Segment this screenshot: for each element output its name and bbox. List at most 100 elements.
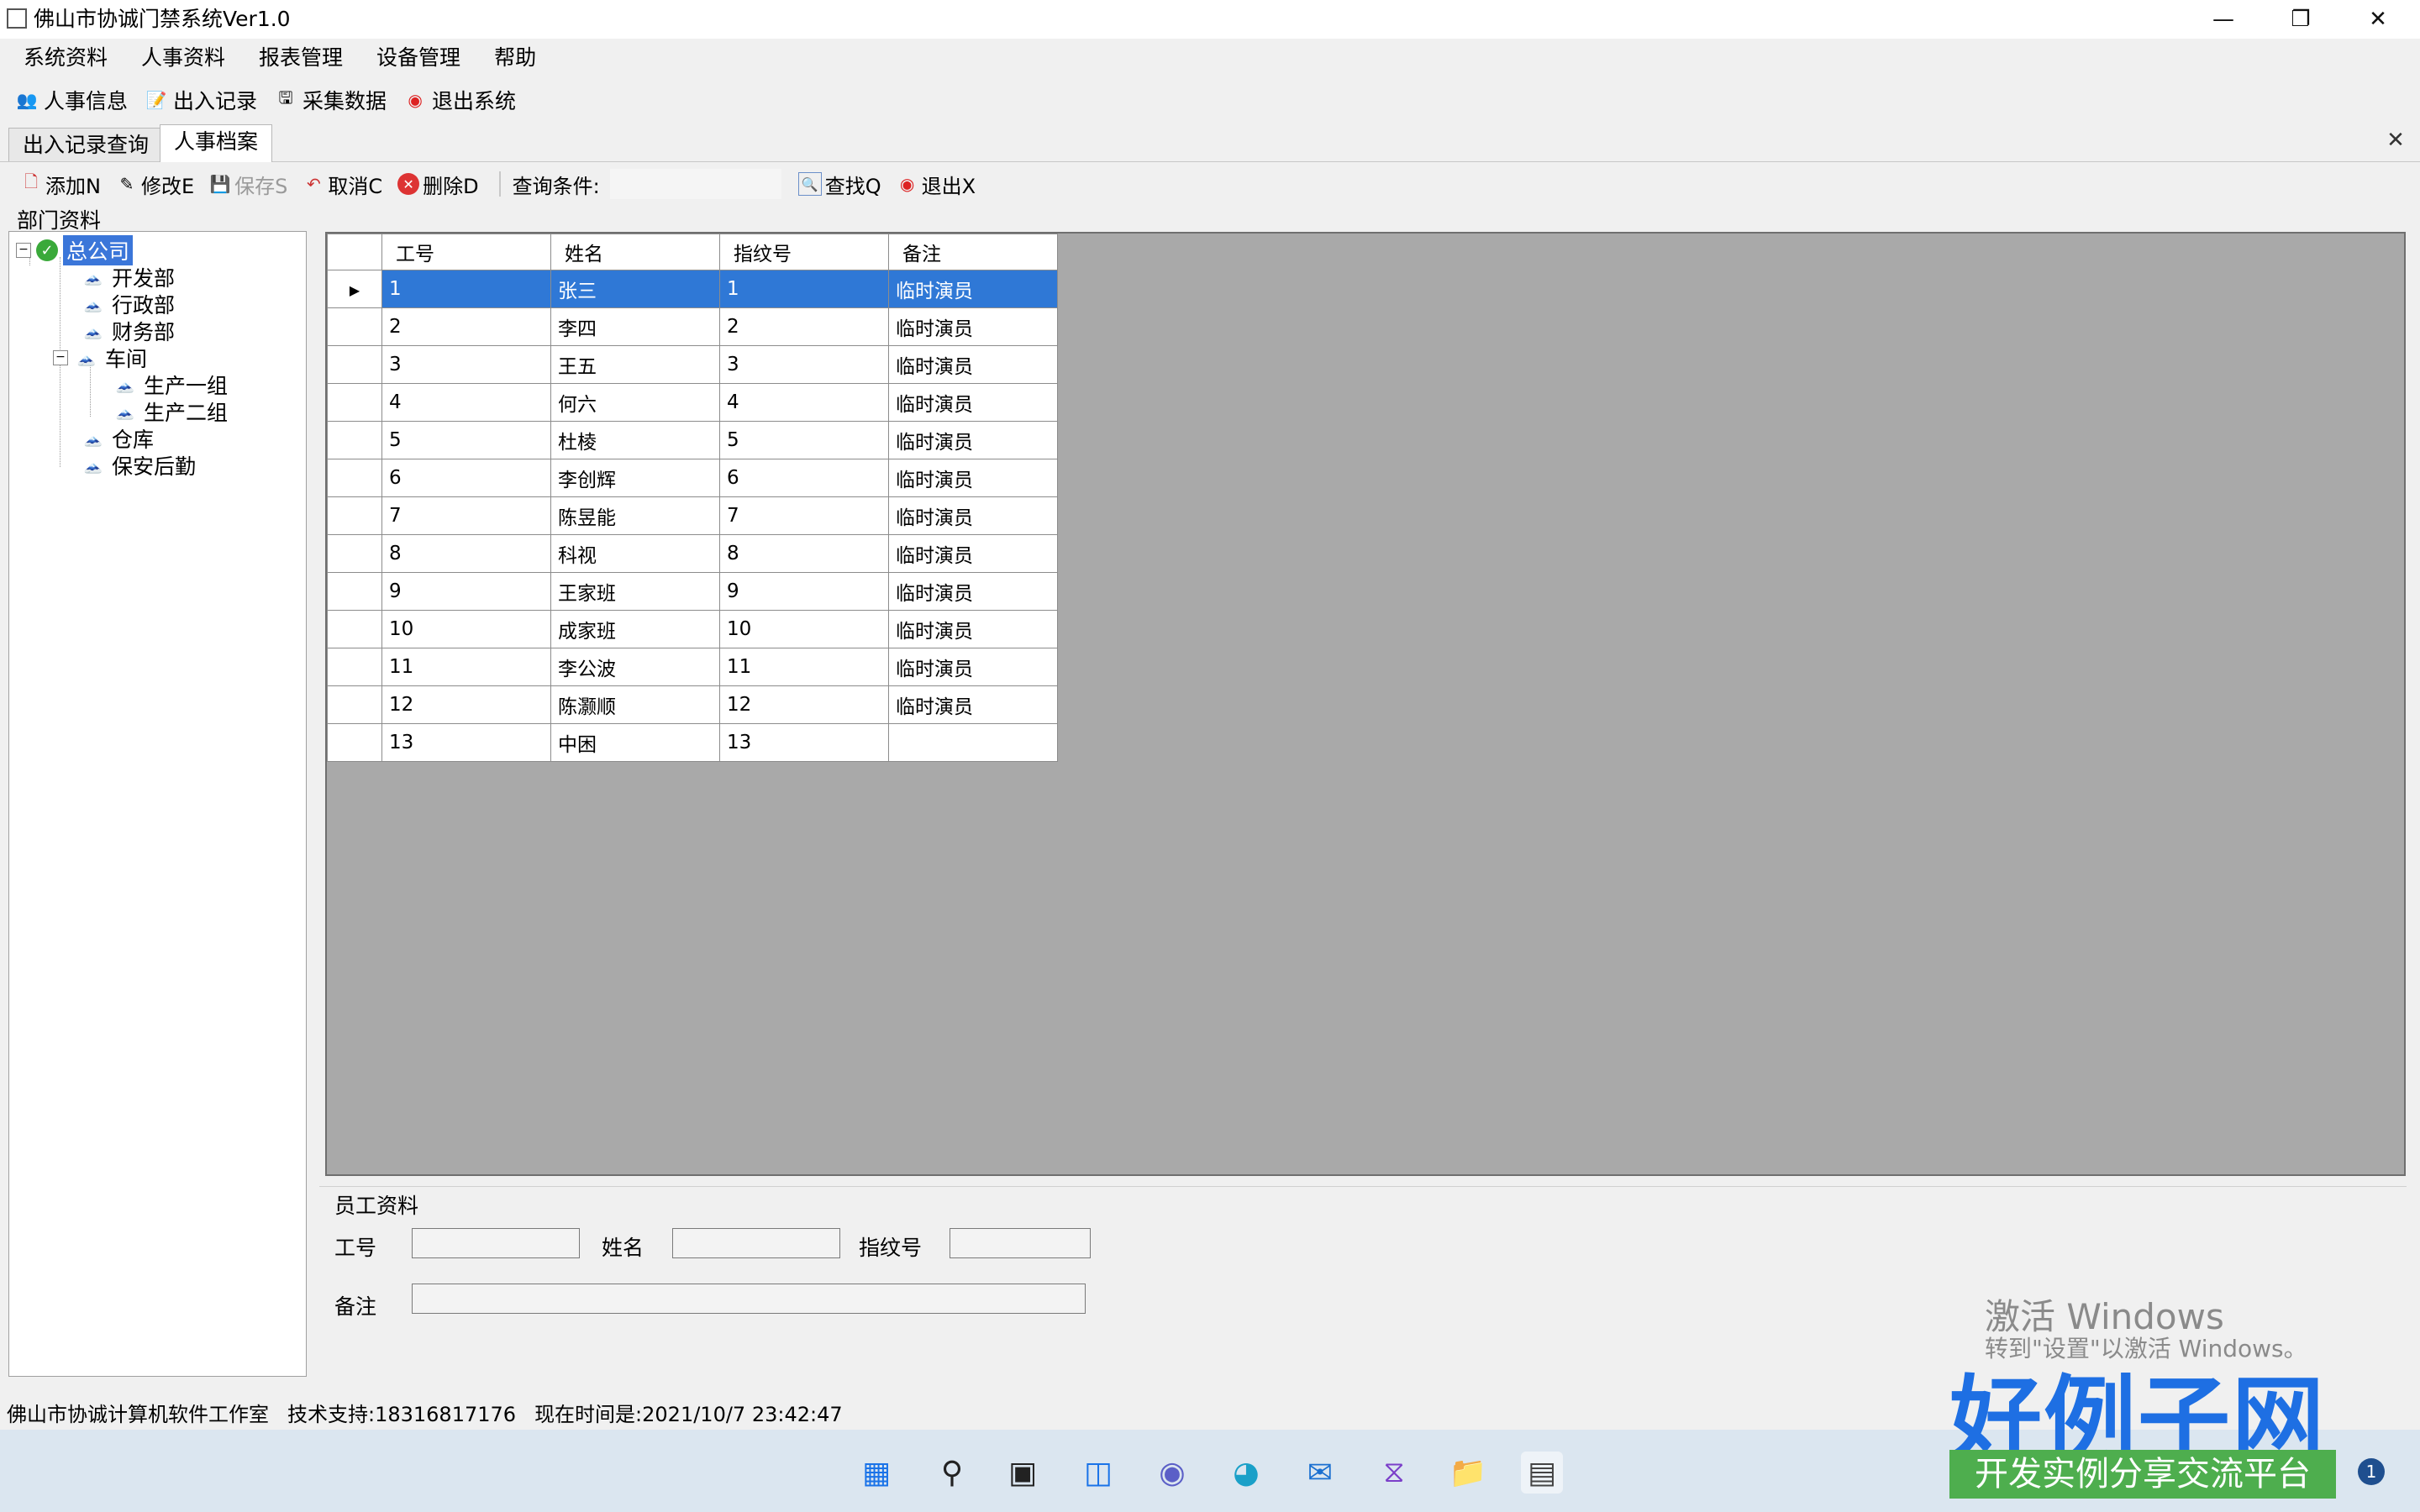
- cell-name[interactable]: 杜棱: [550, 421, 720, 459]
- cell-name[interactable]: 何六: [550, 383, 720, 422]
- personnel-table[interactable]: 工号 姓名 指纹号 备注 ▶ 1 张三 1 临时演员 2 李四 2 临时演员 3 王五 3 临时演员 4 何…: [327, 234, 1058, 762]
- tree-node-dept[interactable]: 🗻 行政部: [80, 291, 175, 318]
- personnel-grid-area[interactable]: 工号 姓名 指纹号 备注 ▶ 1 张三 1 临时演员 2 李四 2 临时演员 3 王五 3 临时演员 4 何…: [325, 232, 2406, 1176]
- cell-fingerprint[interactable]: 9: [719, 572, 889, 611]
- close-tab-icon[interactable]: ✕: [2383, 128, 2408, 153]
- table-row[interactable]: 5 杜棱 5 临时演员: [327, 421, 1058, 459]
- cell-remark[interactable]: 临时演员: [888, 572, 1058, 611]
- cell-remark[interactable]: [888, 723, 1058, 762]
- collapse-icon[interactable]: −: [53, 350, 68, 365]
- cell-fingerprint[interactable]: 12: [719, 685, 889, 724]
- table-row[interactable]: 3 王五 3 临时演员: [327, 345, 1058, 384]
- employee-remark-input[interactable]: [412, 1284, 1086, 1314]
- cell-name[interactable]: 李公波: [550, 648, 720, 686]
- cell-remark[interactable]: 临时演员: [888, 421, 1058, 459]
- table-row[interactable]: 7 陈昱能 7 临时演员: [327, 496, 1058, 535]
- exit-button[interactable]: ◉ 退出X: [897, 170, 976, 199]
- row-header[interactable]: [327, 685, 382, 724]
- employee-name-input[interactable]: [672, 1228, 840, 1258]
- table-row[interactable]: ▶ 1 张三 1 临时演员: [327, 270, 1058, 308]
- employee-id-input[interactable]: [412, 1228, 580, 1258]
- table-row[interactable]: 13 中困 13: [327, 723, 1058, 762]
- cell-fingerprint[interactable]: 3: [719, 345, 889, 384]
- cell-fingerprint[interactable]: 1: [719, 270, 889, 308]
- row-header[interactable]: [327, 383, 382, 422]
- cell-remark[interactable]: 临时演员: [888, 383, 1058, 422]
- cell-name[interactable]: 张三: [550, 270, 720, 308]
- column-header-id[interactable]: 工号: [381, 234, 551, 270]
- notification-badge[interactable]: 1: [2358, 1458, 2385, 1485]
- cell-remark[interactable]: 临时演员: [888, 685, 1058, 724]
- edge-browser-icon[interactable]: ◕: [1225, 1452, 1267, 1494]
- restore-button[interactable]: ❐: [2262, 0, 2339, 39]
- cell-id[interactable]: 8: [381, 534, 551, 573]
- row-header[interactable]: [327, 459, 382, 497]
- row-header[interactable]: [327, 534, 382, 573]
- column-header-remark[interactable]: 备注: [888, 234, 1058, 270]
- tab-access-records[interactable]: 出入记录查询: [8, 128, 164, 161]
- cell-remark[interactable]: 临时演员: [888, 648, 1058, 686]
- cell-id[interactable]: 2: [381, 307, 551, 346]
- cell-fingerprint[interactable]: 13: [719, 723, 889, 762]
- cell-remark[interactable]: 临时演员: [888, 496, 1058, 535]
- row-header[interactable]: [327, 345, 382, 384]
- department-tree[interactable]: − ✓ 总公司 🗻 开发部 🗻 行政部 🗻 财务部 − 🗻 车间 🗻 生产一组 …: [8, 231, 307, 1377]
- cell-id[interactable]: 4: [381, 383, 551, 422]
- search-icon[interactable]: ⚲: [931, 1452, 973, 1494]
- tree-node-workshop[interactable]: − 🗻 车间: [53, 344, 147, 371]
- cell-name[interactable]: 李四: [550, 307, 720, 346]
- cell-id[interactable]: 5: [381, 421, 551, 459]
- cell-name[interactable]: 王家班: [550, 572, 720, 611]
- personnel-info-button[interactable]: 👥 人事信息: [15, 85, 128, 115]
- menu-help[interactable]: 帮助: [477, 39, 553, 77]
- cell-id[interactable]: 7: [381, 496, 551, 535]
- cell-id[interactable]: 13: [381, 723, 551, 762]
- cell-remark[interactable]: 临时演员: [888, 459, 1058, 497]
- cell-remark[interactable]: 临时演员: [888, 345, 1058, 384]
- windows-start-icon[interactable]: ▦: [855, 1452, 897, 1494]
- task-view-icon[interactable]: ▣: [1002, 1452, 1044, 1494]
- row-header[interactable]: [327, 610, 382, 648]
- collect-data-button[interactable]: 🖫 采集数据: [274, 85, 387, 115]
- cell-id[interactable]: 3: [381, 345, 551, 384]
- chat-icon[interactable]: ◉: [1151, 1452, 1193, 1494]
- access-control-app-icon[interactable]: ▤: [1521, 1452, 1563, 1494]
- add-button[interactable]: 🗋 添加N: [20, 170, 101, 199]
- cell-fingerprint[interactable]: 4: [719, 383, 889, 422]
- table-row[interactable]: 9 王家班 9 临时演员: [327, 572, 1058, 611]
- column-header-fingerprint[interactable]: 指纹号: [719, 234, 889, 270]
- cell-remark[interactable]: 临时演员: [888, 534, 1058, 573]
- menu-system-data[interactable]: 系统资料: [0, 39, 124, 77]
- delete-button[interactable]: ✕ 删除D: [397, 170, 479, 199]
- query-input[interactable]: [609, 169, 781, 199]
- close-button[interactable]: ✕: [2339, 0, 2417, 39]
- table-row[interactable]: 11 李公波 11 临时演员: [327, 648, 1058, 686]
- cell-remark[interactable]: 临时演员: [888, 270, 1058, 308]
- cell-name[interactable]: 王五: [550, 345, 720, 384]
- cell-id[interactable]: 9: [381, 572, 551, 611]
- tree-node-root[interactable]: − ✓ 总公司: [16, 235, 134, 265]
- table-row[interactable]: 6 李创辉 6 临时演员: [327, 459, 1058, 497]
- row-header[interactable]: [327, 572, 382, 611]
- edit-button[interactable]: ✎ 修改E: [116, 170, 195, 199]
- file-explorer-icon[interactable]: 📁: [1447, 1452, 1489, 1494]
- cell-fingerprint[interactable]: 6: [719, 459, 889, 497]
- employee-fingerprint-input[interactable]: [950, 1228, 1091, 1258]
- row-header[interactable]: [327, 496, 382, 535]
- access-record-button[interactable]: 📝 出入记录: [145, 85, 257, 115]
- cell-name[interactable]: 成家班: [550, 610, 720, 648]
- table-row[interactable]: 12 陈灏顺 12 临时演员: [327, 685, 1058, 724]
- cell-id[interactable]: 12: [381, 685, 551, 724]
- cell-name[interactable]: 中困: [550, 723, 720, 762]
- cell-name[interactable]: 陈昱能: [550, 496, 720, 535]
- collapse-icon[interactable]: −: [16, 243, 31, 258]
- tree-node-dept[interactable]: 🗻 生产二组: [112, 398, 228, 425]
- cell-id[interactable]: 6: [381, 459, 551, 497]
- cell-name[interactable]: 李创辉: [550, 459, 720, 497]
- tab-personnel-files[interactable]: 人事档案: [160, 124, 273, 162]
- mail-icon[interactable]: ✉: [1299, 1452, 1341, 1494]
- cell-remark[interactable]: 临时演员: [888, 610, 1058, 648]
- tree-node-dept[interactable]: 🗻 仓库: [80, 425, 154, 452]
- row-header[interactable]: [327, 723, 382, 762]
- row-header[interactable]: [327, 648, 382, 686]
